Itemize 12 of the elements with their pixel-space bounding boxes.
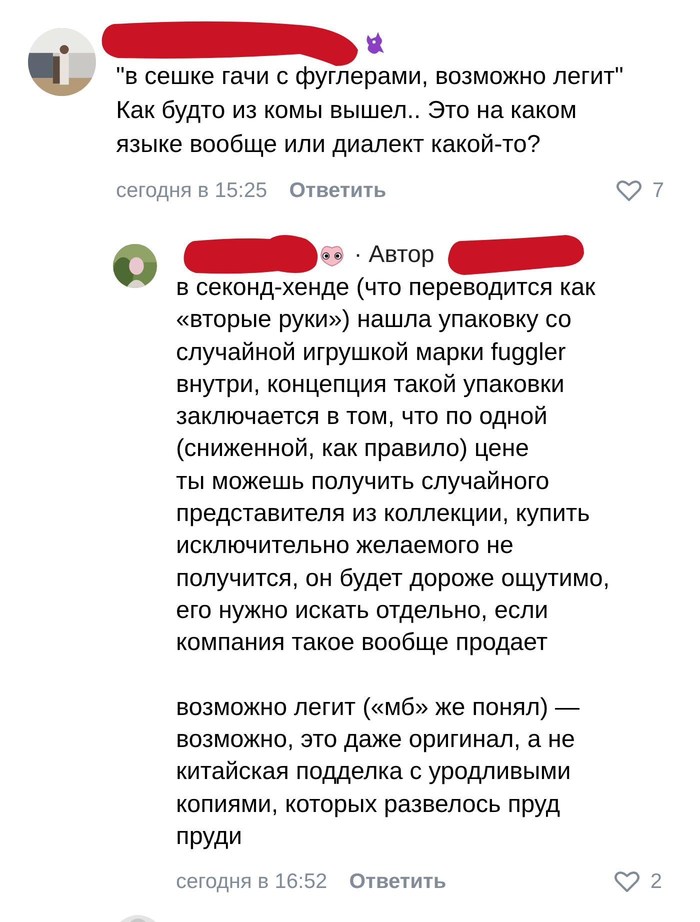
author-label: · Автор	[354, 241, 434, 269]
like-icon[interactable]	[616, 179, 642, 203]
like-icon[interactable]	[614, 870, 640, 894]
like-count: 7	[652, 179, 664, 203]
like-count: 2	[650, 870, 662, 894]
comment-text: в секонд-хенде (что переводится как «вторые руки») нашла упаковку со случайной игрушкой марки fuggler внутри, концепция такой упаковки заключается в том, что по одной (сниженной, как правило) цене ты можешь получить случайного представителя из коллекции, купить исключительно желаемого не получится, он будет дороже ощутимо, его нужно искать отдельно, если компания такое вообще продает возможно легит («мб» же понял) — возможно, это даже оригинал, а не китайская подделка с уродливыми копиями, которых развелось пруд пруди	[176, 273, 611, 852]
creature-face-icon	[318, 243, 346, 267]
comment-time: сегодня в 16:52	[176, 870, 328, 894]
comment-text: "в сешке гачи с фуглерами, возможно легит" Как будто из комы вышел.. Это на каком языке вообще или диалект какой-то?	[116, 62, 624, 160]
reply-link[interactable]: Ответить	[349, 870, 446, 894]
reply-link[interactable]: Ответить	[289, 179, 386, 203]
comment-time: сегодня в 15:25	[116, 179, 268, 203]
